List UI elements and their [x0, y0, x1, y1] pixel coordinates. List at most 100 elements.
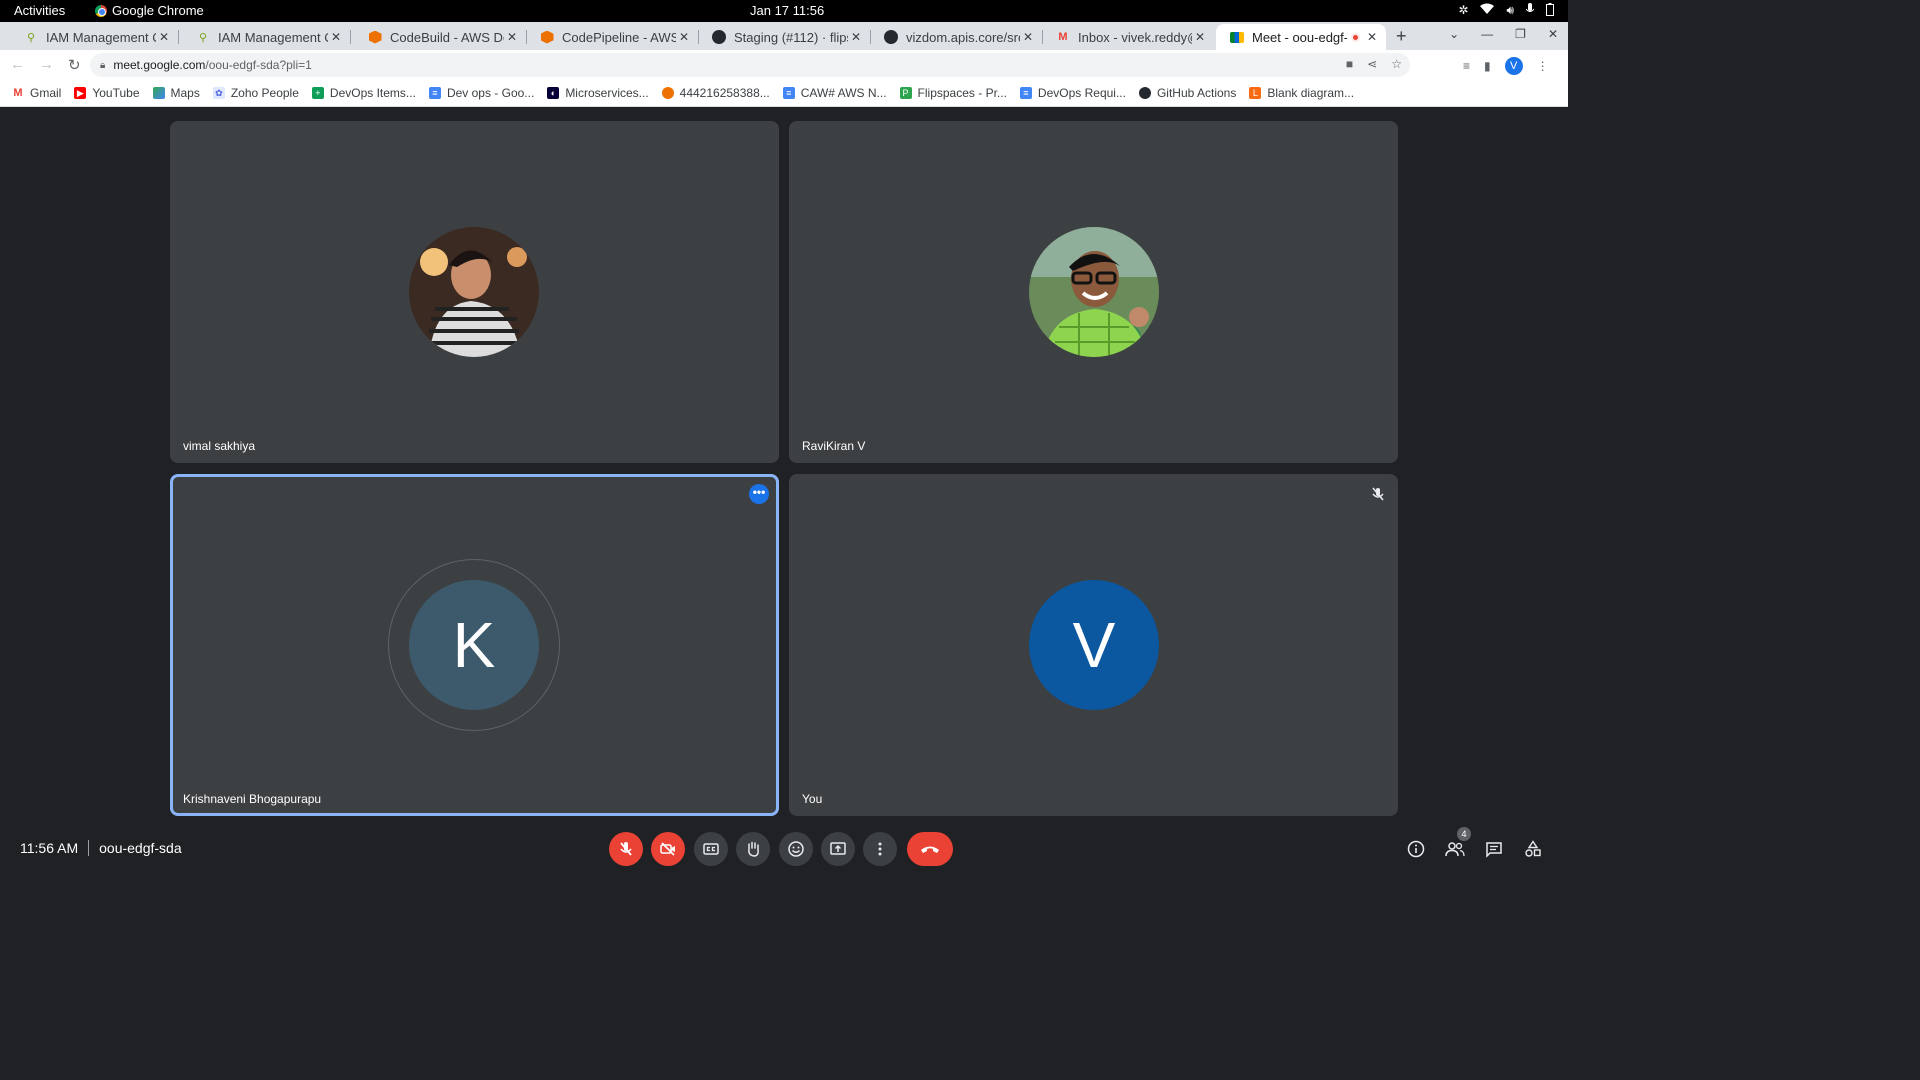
aws-iam-icon: ⚲ — [26, 31, 36, 44]
browser-tab[interactable]: CodePipeline - AWS D ✕ — [526, 24, 699, 50]
raise-hand-button[interactable] — [736, 832, 770, 866]
reading-list-icon[interactable]: ≡ — [1463, 59, 1470, 73]
toggle-microphone-button[interactable] — [609, 832, 643, 866]
present-screen-icon — [830, 842, 846, 855]
close-tab-icon[interactable]: ✕ — [328, 30, 344, 44]
bookmark-item[interactable]: P Flipspaces - Pr... — [899, 86, 1007, 100]
closed-captions-icon — [703, 843, 719, 855]
people-icon — [1445, 842, 1465, 857]
wifi-icon[interactable] — [1480, 3, 1495, 19]
browser-menu-icon[interactable]: ⋮ — [1537, 59, 1549, 73]
participant-avatar: K — [409, 580, 539, 710]
participant-name: vimal sakhiya — [183, 439, 256, 453]
chrome-icon — [95, 4, 107, 17]
participant-tile-active-speaker[interactable]: K ••• Krishnaveni Bhogapurapu — [170, 474, 779, 816]
close-tab-icon[interactable]: ✕ — [1364, 30, 1380, 44]
tab-title: CodeBuild - AWS Dev — [390, 29, 504, 45]
camera-in-use-icon[interactable]: ■ — [1346, 57, 1353, 71]
lock-icon[interactable]: 🔒︎ — [100, 60, 105, 71]
bookmark-item[interactable]: ✿ Zoho People — [212, 86, 299, 100]
browser-tab[interactable]: ⚲ IAM Management Co ✕ — [182, 24, 351, 50]
bookmark-item[interactable]: Maps — [152, 86, 200, 100]
recording-indicator-icon — [1351, 32, 1360, 42]
activities-button[interactable]: Activities — [14, 3, 65, 18]
browser-tab[interactable]: ⚲ IAM Management Co ✕ — [10, 24, 179, 50]
new-tab-button[interactable]: + — [1396, 26, 1407, 47]
browser-tab-active[interactable]: Meet - oou-edgf-s ✕ — [1216, 24, 1386, 50]
side-panel-icon[interactable]: ▮ — [1484, 59, 1491, 73]
more-options-icon[interactable]: ••• — [749, 484, 769, 504]
participant-tile[interactable]: vimal sakhiya — [170, 121, 779, 463]
leave-call-button[interactable] — [907, 832, 953, 866]
bookmark-item[interactable]: M Gmail — [12, 86, 61, 100]
close-tab-icon[interactable]: ✕ — [504, 30, 520, 44]
close-tab-icon[interactable]: ✕ — [848, 30, 864, 44]
meeting-time: 11:56 AM — [20, 840, 79, 856]
activities-button-meet[interactable] — [1522, 838, 1544, 860]
back-arrow-icon[interactable]: ← — [10, 56, 25, 74]
participant-tile[interactable]: RaviKiran V — [789, 121, 1398, 463]
ph-icon: P — [899, 87, 912, 99]
browser-tab[interactable]: vizdom.apis.core/src/ ✕ — [870, 24, 1043, 50]
bookmark-item[interactable]: 444216258388... — [661, 86, 770, 100]
avatar-initial: V — [1072, 609, 1116, 681]
captions-button[interactable] — [694, 832, 728, 866]
participant-tile-self[interactable]: V You — [789, 474, 1398, 816]
bookmark-item[interactable]: ≡ CAW# AWS N... — [782, 86, 887, 100]
chat-icon — [1486, 842, 1502, 858]
settings-icon[interactable]: ✲ — [1458, 3, 1468, 19]
toggle-camera-button[interactable] — [651, 832, 685, 866]
restore-icon[interactable]: ❐ — [1515, 27, 1526, 41]
close-tab-icon[interactable]: ✕ — [1020, 30, 1036, 44]
mic-off-icon — [620, 842, 632, 856]
info-icon — [1407, 840, 1425, 858]
meeting-details-button[interactable] — [1405, 838, 1427, 860]
bookmark-item[interactable]: GitHub Actions — [1138, 86, 1236, 100]
bookmark-item[interactable]: ◐ Microservices... — [547, 86, 649, 100]
tab-title: CodePipeline - AWS D — [562, 29, 676, 45]
forward-arrow-icon[interactable]: → — [39, 56, 54, 74]
microphone-icon[interactable] — [1525, 3, 1535, 19]
browser-tab[interactable]: M Inbox - vivek.reddy@ ✕ — [1042, 24, 1214, 50]
url-host: meet.google.com — [113, 58, 206, 72]
bookmark-item[interactable]: ≡ DevOps Requi... — [1019, 86, 1126, 100]
share-icon[interactable]: ⋖ — [1367, 57, 1377, 71]
bookmark-item[interactable]: ▶ YouTube — [74, 86, 140, 100]
aws-codebuild-icon — [368, 30, 382, 44]
participant-avatar — [409, 227, 539, 357]
battery-icon[interactable] — [1546, 3, 1554, 19]
reactions-button[interactable] — [779, 832, 813, 866]
meeting-code[interactable]: oou-edgf-sda — [99, 840, 182, 856]
present-screen-button[interactable] — [821, 832, 855, 866]
github-icon — [1138, 87, 1151, 99]
tab-title: Inbox - vivek.reddy@ — [1078, 29, 1192, 45]
browser-tab[interactable]: CodeBuild - AWS Dev ✕ — [354, 24, 527, 50]
url-path: /oou-edgf-sda?pli=1 — [205, 58, 312, 72]
miro-icon: ◐ — [547, 87, 560, 99]
app-name: Google Chrome — [112, 3, 204, 18]
show-everyone-button[interactable] — [1444, 838, 1466, 860]
browser-tab[interactable]: Staging (#112) · flipsp ✕ — [698, 24, 871, 50]
tab-search-icon[interactable]: ⌄ — [1449, 27, 1459, 41]
more-options-button[interactable] — [863, 832, 897, 866]
profile-avatar[interactable]: V — [1504, 57, 1523, 75]
app-menu[interactable]: Google Chrome — [95, 3, 204, 18]
reload-icon[interactable]: ↻ — [68, 56, 81, 74]
address-bar[interactable]: 🔒︎ meet.google.com/oou-edgf-sda?pli=1 ■ … — [90, 53, 1410, 77]
close-tab-icon[interactable]: ✕ — [676, 30, 692, 44]
system-clock[interactable]: Jan 17 11:56 — [750, 3, 824, 18]
close-window-icon[interactable]: ✕ — [1548, 27, 1558, 41]
close-tab-icon[interactable]: ✕ — [1192, 30, 1208, 44]
minimize-icon[interactable]: — — [1481, 27, 1493, 41]
volume-icon[interactable]: 🔊︎ — [1506, 3, 1514, 19]
bookmark-star-icon[interactable]: ☆ — [1391, 57, 1402, 71]
gmail-icon: M — [13, 87, 23, 99]
aws-iam-icon: ⚲ — [198, 31, 208, 44]
close-tab-icon[interactable]: ✕ — [156, 30, 172, 44]
bookmark-item[interactable]: + DevOps Items... — [311, 86, 416, 100]
bookmark-item[interactable]: ≡ Dev ops - Goo... — [428, 86, 534, 100]
system-tray[interactable]: ✲ 🔊︎ — [1458, 3, 1554, 19]
bookmark-item[interactable]: L Blank diagram... — [1249, 86, 1354, 100]
mic-off-icon — [1370, 486, 1386, 502]
chat-button[interactable] — [1483, 838, 1505, 860]
